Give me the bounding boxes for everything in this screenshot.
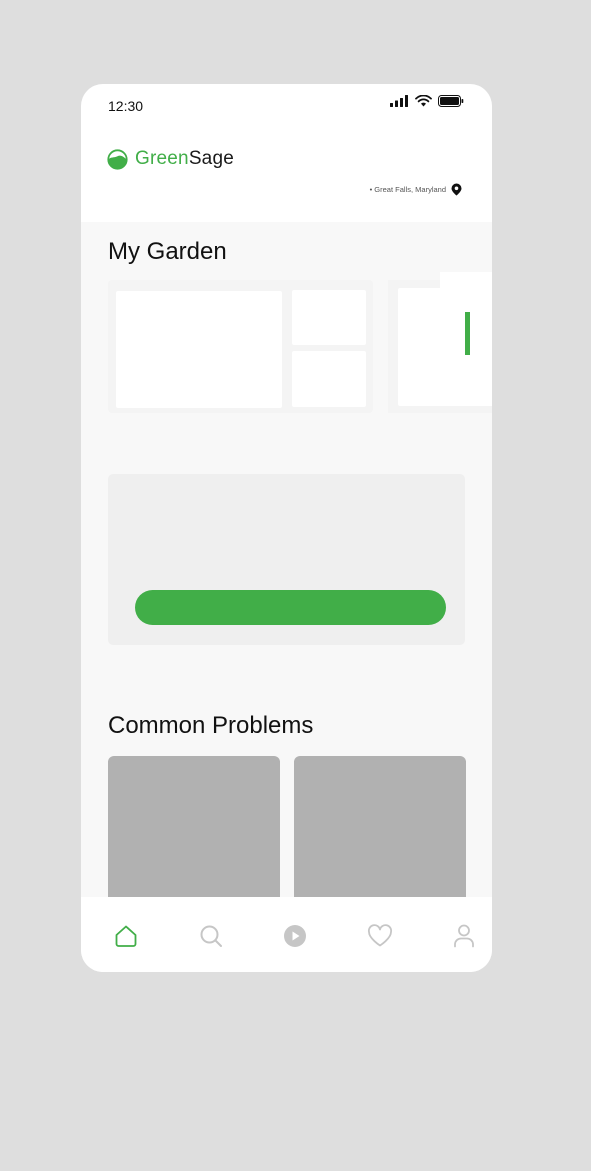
my-garden-title: My Garden (108, 238, 227, 265)
brand-name-dark: Sage (188, 148, 234, 169)
status-time: 12:30 (108, 98, 144, 114)
garden-carousel[interactable] (108, 272, 492, 420)
search-icon (200, 925, 222, 947)
promo-card (108, 474, 465, 645)
garden-card[interactable] (108, 280, 373, 413)
logo-icon (107, 148, 128, 170)
heart-icon (368, 924, 392, 947)
nav-home[interactable] (106, 921, 146, 951)
home-icon (115, 925, 137, 947)
brand-logo[interactable]: GreenSage (107, 148, 234, 170)
garden-tile-top (292, 290, 366, 345)
promo-action-button[interactable] (135, 590, 446, 625)
location-text: • Great Falls, Maryland (369, 185, 446, 194)
nav-favorites[interactable] (360, 921, 400, 951)
signal-icon (390, 95, 408, 107)
problem-card[interactable] (108, 756, 280, 916)
status-icons (390, 95, 464, 107)
location-selector[interactable]: • Great Falls, Maryland (370, 183, 462, 196)
location-pin-icon (451, 183, 462, 196)
battery-icon (438, 95, 464, 107)
nav-profile[interactable] (444, 921, 484, 951)
nav-play[interactable] (275, 921, 315, 951)
profile-icon (454, 924, 474, 948)
play-icon (284, 925, 306, 947)
carousel-edge-panel (440, 272, 492, 406)
wifi-icon (415, 95, 432, 107)
carousel-indicator (465, 312, 470, 355)
status-bar: 12:30 (81, 84, 492, 128)
brand-name: GreenSage (135, 148, 234, 170)
problems-grid (108, 756, 467, 916)
garden-tile-bottom (292, 351, 366, 407)
bottom-nav (81, 897, 492, 972)
garden-tile-large (116, 291, 282, 408)
common-problems-title: Common Problems (108, 712, 314, 739)
nav-search[interactable] (191, 921, 231, 951)
problem-card[interactable] (294, 756, 466, 916)
brand-name-green: Green (135, 148, 189, 169)
phone-screen: 12:30 GreenSage • Great Falls, Maryland … (81, 84, 492, 972)
main-content: My Garden Common Problems (81, 222, 492, 916)
app-header: GreenSage • Great Falls, Maryland (81, 128, 492, 222)
